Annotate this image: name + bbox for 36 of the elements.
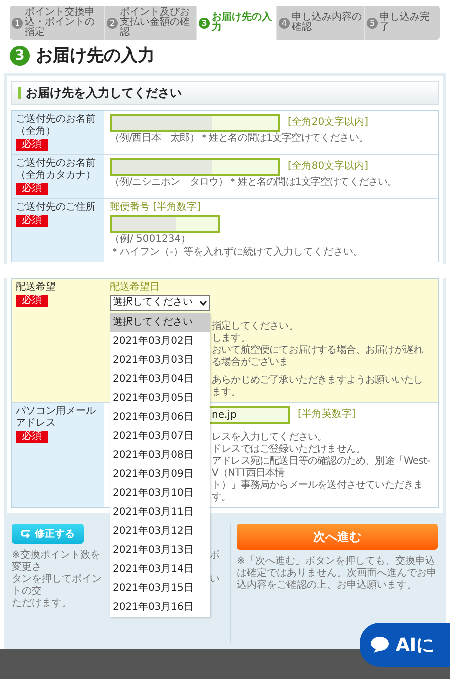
example-text: （例/ 5001234） [110, 234, 192, 246]
note-text: 指定してください。 [212, 321, 300, 333]
section-title: お届け先を入力してください [26, 85, 182, 102]
field-label: ご送付先のご住所 [16, 202, 96, 214]
required-badge: 必須 [16, 183, 48, 195]
note-text: します。 [212, 333, 252, 344]
note-text: おいて航空便にてお届けする場合、お届けが遅れる場合がございま [212, 345, 424, 369]
note-text: ドレスではご登録いただけません。 [212, 444, 367, 456]
note-text: ※交換ポイント数を変更さ [12, 550, 102, 574]
note-text: タンを押してポイントの交 [12, 574, 103, 598]
limit-note: [半角英数字] [298, 409, 356, 421]
limit-note: [全角20文字以内] [288, 117, 369, 129]
note-text: レスを入力してください。 [212, 432, 328, 444]
date-label: 配送希望日 [110, 282, 161, 294]
field-label: 配送希望 [16, 282, 56, 294]
note-text: ト）」事務局からメールを送付させていただきます。 [212, 480, 424, 504]
step-number-badge: 3 [10, 46, 30, 66]
note-text: アドレス宛に配送日等の確認のため、別途「West-V（NTT西日本情 [212, 456, 432, 480]
field-label: パソコン用メールアドレス [16, 406, 97, 430]
field-label: ご送付先のお名前（全角） [16, 114, 97, 138]
note-text: い [209, 574, 220, 587]
required-badge: 必須 [16, 215, 48, 227]
note-text: ただけます。 [12, 598, 73, 610]
note-text: ボ [209, 550, 220, 563]
hint-text: （例/ニシニホン タロウ）＊姓と名の間は1文字空けてください。 [110, 177, 398, 189]
field-label: ご送付先のお名前（全角カタカナ） [16, 158, 97, 182]
note-text: ※「次へ進む」ボタンを押しても、交換申込は確定ではありません。次画面へ進んでお申込内容をご確認の上、お申込願います。 [237, 556, 438, 592]
required-badge: 必須 [16, 431, 48, 443]
required-badge: 必須 [16, 139, 48, 151]
hint-text: ＊ハイフン（-）等を入れずに続けて入力してください。 [110, 247, 365, 259]
hint-text: （例/西日本 太郎）＊姓と名の間は1文字空けてください。 [110, 133, 370, 145]
required-badge: 必須 [16, 295, 48, 307]
limit-note: [全角80文字以内] [288, 161, 369, 173]
note-text: あらかじめご了承いただきますようお願いいたします。 [212, 375, 424, 399]
postal-label: 郵便番号 [半角数字] [110, 202, 202, 214]
page-title: お届け先の入力 [36, 45, 155, 67]
